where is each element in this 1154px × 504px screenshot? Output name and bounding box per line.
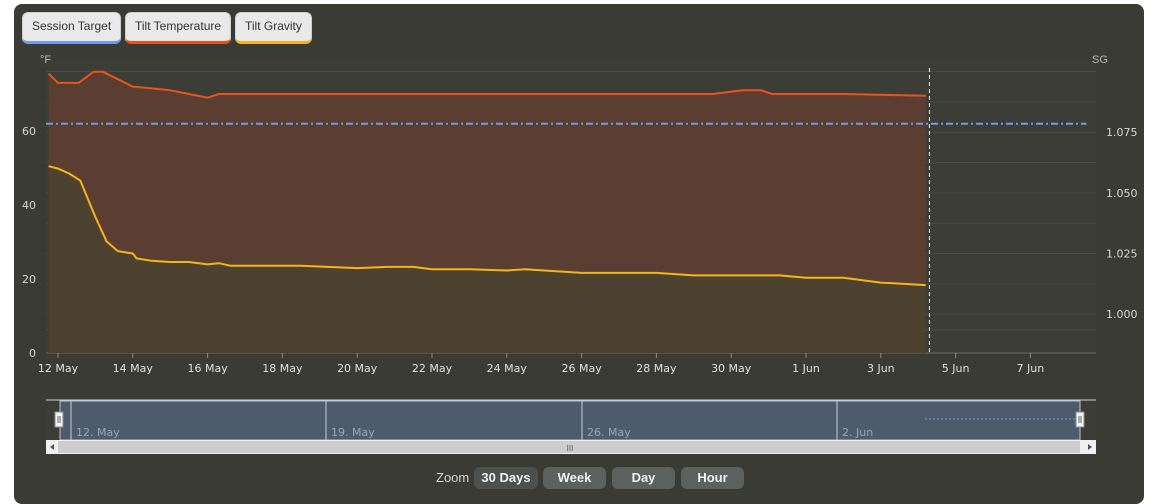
scrollbar[interactable]: III (46, 440, 1096, 454)
right-tick-label-0: 1.000 (1106, 308, 1138, 321)
x-tick-label-10: 1 Jun (792, 362, 820, 375)
right-tick-label-2: 1.050 (1106, 187, 1138, 200)
x-tick-label-8: 28 May (636, 362, 677, 375)
x-tick-label-12: 5 Jun (942, 362, 970, 375)
scrollbar-grip: III (567, 444, 574, 453)
navigator-right-handle[interactable] (1075, 411, 1085, 428)
navigator-label-0: 12. May (76, 426, 120, 439)
legend-tilt-temperature-label: Tilt Temperature (135, 19, 222, 33)
legend-tilt-gravity[interactable]: Tilt Gravity (235, 12, 312, 44)
zoom-hour-button[interactable]: Hour (681, 467, 744, 489)
right-axis-title: SG (1092, 54, 1108, 66)
x-tick-label-13: 7 Jun (1017, 362, 1045, 375)
navigator-label-3: 2. Jun (842, 426, 873, 439)
left-axis-title: °F (40, 54, 51, 66)
legend-tilt-gravity-label: Tilt Gravity (245, 19, 302, 33)
legend-session-target[interactable]: Session Target (22, 12, 122, 44)
x-tick-label-9: 30 May (711, 362, 752, 375)
x-tick-label-0: 12 May (38, 362, 79, 375)
legend-session-target-label: Session Target (32, 19, 112, 33)
chart-canvas: 12 May 14 May 16 May 18 May 20 May 22 May 24 M… (22, 54, 1138, 454)
navigator-label-2: 26. May (587, 426, 631, 439)
navigator-label-1: 19. May (331, 426, 375, 439)
x-tick-label-7: 26 May (561, 362, 602, 375)
x-tick-label-5: 22 May (412, 362, 453, 375)
legend-tilt-temperature[interactable]: Tilt Temperature (125, 12, 232, 44)
x-tick-label-2: 16 May (187, 362, 228, 375)
left-tick-label-1: 20 (22, 273, 36, 286)
left-tick-label-2: 40 (22, 199, 36, 212)
x-tick-label-11: 3 Jun (867, 362, 895, 375)
navigator-selection[interactable] (59, 400, 1081, 441)
left-tick-label-0: 0 (29, 347, 36, 360)
left-tick-label-3: 60 (22, 125, 36, 138)
navigator-left-handle[interactable] (54, 411, 64, 428)
right-tick-label-3: 1.075 (1106, 126, 1138, 139)
x-tick-label-3: 18 May (262, 362, 303, 375)
zoom-30-days-button[interactable]: 30 Days (474, 467, 538, 489)
x-tick-label-6: 24 May (487, 362, 528, 375)
navigator[interactable]: 12. May 19. May 26. May 2. Jun (46, 399, 1096, 441)
right-tick-label-1: 1.025 (1106, 248, 1138, 261)
x-tick-label-4: 20 May (337, 362, 378, 375)
x-tick-label-1: 14 May (113, 362, 154, 375)
zoom-week-button[interactable]: Week (543, 467, 606, 489)
fill-layer (48, 71, 926, 354)
zoom-day-button[interactable]: Day (612, 467, 675, 489)
zoom-label: Zoom (436, 470, 470, 485)
